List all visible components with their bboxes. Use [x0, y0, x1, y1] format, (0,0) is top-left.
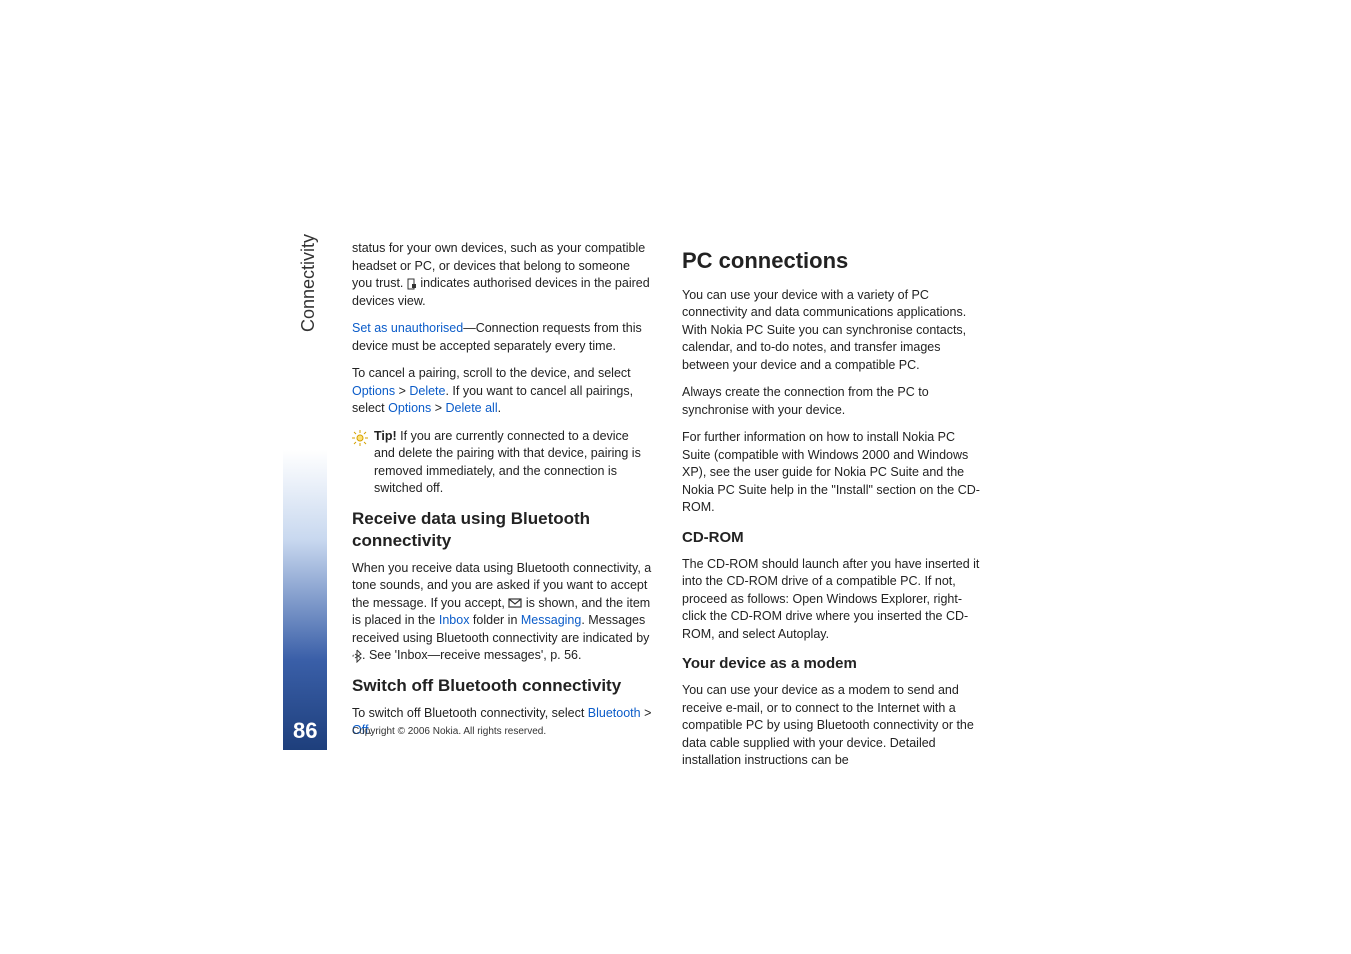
paragraph: You can use your device with a variety o… [682, 287, 982, 375]
paragraph: You can use your device as a modem to se… [682, 682, 982, 770]
menu-option-options: Options [352, 384, 395, 398]
section-label: Connectivity [298, 234, 319, 332]
menu-option-delete-all: Delete all [445, 401, 497, 415]
menu-option-delete: Delete [409, 384, 445, 398]
text: > [395, 384, 409, 398]
svg-text:*: * [352, 655, 355, 661]
heading-switch-off-bt: Switch off Bluetooth connectivity [352, 675, 652, 697]
paragraph: status for your own devices, such as you… [352, 240, 652, 310]
text: To cancel a pairing, scroll to the devic… [352, 366, 631, 380]
paragraph: Always create the connection from the PC… [682, 384, 982, 419]
paragraph: To cancel a pairing, scroll to the devic… [352, 365, 652, 418]
tip-block: Tip! If you are currently connected to a… [352, 428, 652, 498]
page-content: status for your own devices, such as you… [352, 240, 992, 780]
bluetooth-message-icon: * [352, 649, 362, 663]
text: > [431, 401, 445, 415]
text: folder in [469, 613, 520, 627]
paragraph: The CD-ROM should launch after you have … [682, 556, 982, 644]
menu-option-messaging: Messaging [521, 613, 581, 627]
paragraph: Set as unauthorised—Connection requests … [352, 320, 652, 355]
side-gradient [283, 450, 327, 750]
text: To switch off Bluetooth connectivity, se… [352, 706, 588, 720]
tip-icon [352, 430, 368, 446]
menu-option-inbox: Inbox [439, 613, 470, 627]
left-column: status for your own devices, such as you… [352, 240, 652, 780]
tip-label: Tip! [374, 429, 397, 443]
authorised-device-icon [407, 278, 417, 290]
section-tab: Connectivity [298, 238, 324, 332]
heading-pc-connections: PC connections [682, 246, 982, 277]
right-column: PC connections You can use your device w… [682, 240, 982, 780]
text: > [641, 706, 652, 720]
heading-cdrom: CD-ROM [682, 527, 982, 548]
text: . [498, 401, 501, 415]
heading-device-as-modem: Your device as a modem [682, 653, 982, 674]
heading-receive-data: Receive data using Bluetooth connectivit… [352, 508, 652, 552]
copyright: Copyright © 2006 Nokia. All rights reser… [352, 726, 546, 737]
menu-option-bluetooth: Bluetooth [588, 706, 641, 720]
text: If you are currently connected to a devi… [374, 429, 641, 496]
page-number: 86 [293, 718, 317, 744]
menu-option-options: Options [388, 401, 431, 415]
text: . See 'Inbox—receive messages', p. 56. [362, 648, 581, 662]
tip-text: Tip! If you are currently connected to a… [374, 428, 652, 498]
paragraph: When you receive data using Bluetooth co… [352, 560, 652, 665]
menu-option-set-unauthorised: Set as unauthorised [352, 321, 463, 335]
paragraph: For further information on how to instal… [682, 429, 982, 517]
message-icon [508, 597, 522, 609]
